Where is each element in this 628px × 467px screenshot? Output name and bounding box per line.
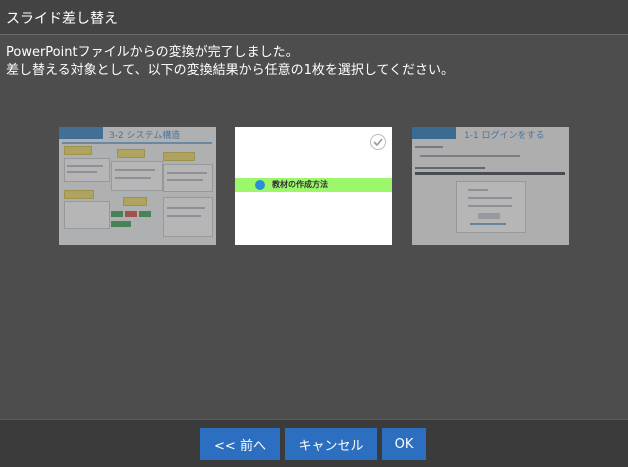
previous-button[interactable]: << 前へ (200, 428, 280, 460)
slide-heading: 教材の作成方法 (272, 180, 328, 189)
slide-thumbnail-3[interactable]: 1-1 ログインをする (412, 127, 569, 245)
selected-check-icon (370, 134, 386, 150)
slide-heading: 3-2 システム構造 (109, 131, 181, 141)
slide-thumbnail-1[interactable]: 3-2 システム構造 (59, 127, 216, 245)
slide-thumbnail-list: 3-2 システム構造 教材の作成方法 1-1 ログインをする (0, 0, 628, 300)
slide-thumbnail-2[interactable]: 教材の作成方法 (235, 127, 392, 245)
ok-button[interactable]: OK (382, 428, 426, 460)
slide-replace-dialog: スライド差し替え PowerPointファイルからの変換が完了しました。 差し替… (0, 0, 628, 467)
cancel-button[interactable]: キャンセル (285, 428, 377, 460)
slide-title-band: 教材の作成方法 (235, 178, 392, 192)
slide-header-bar (412, 127, 456, 139)
slide-heading: 1-1 ログインをする (464, 131, 545, 141)
slide-header-bar (59, 127, 103, 139)
bullet-icon (255, 180, 265, 190)
